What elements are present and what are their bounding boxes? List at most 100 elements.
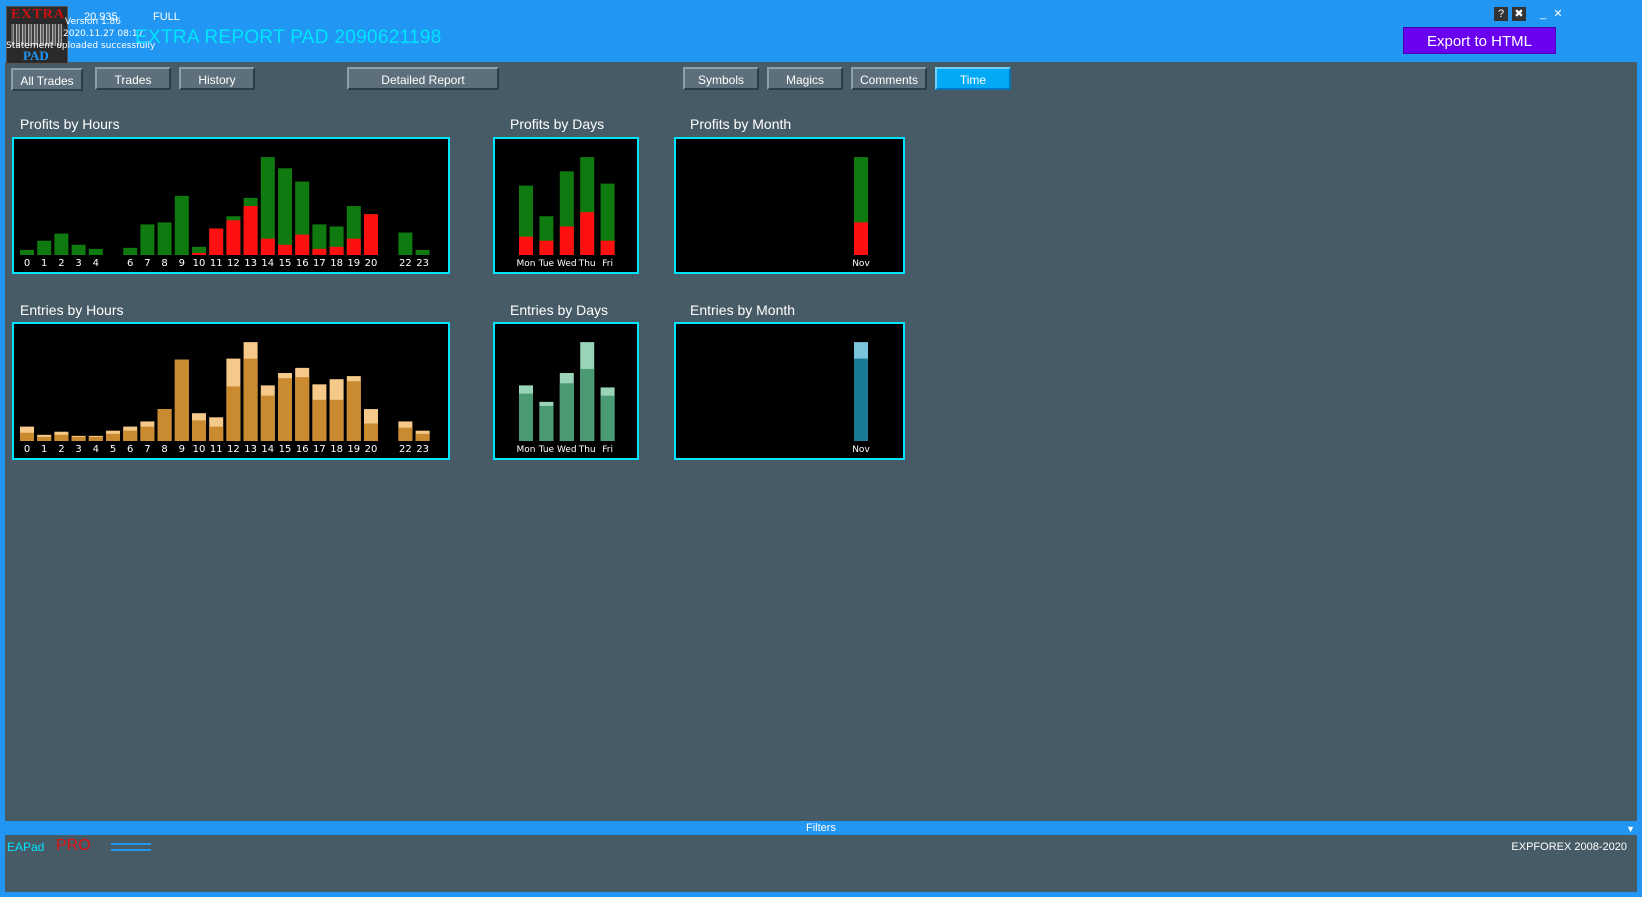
entries_hours-tick-22: 22: [399, 444, 412, 455]
minimize-icon[interactable]: _: [1536, 7, 1550, 21]
entries-by-month-chart: Nov: [674, 322, 905, 460]
profits_days-svg: Mon Tue Wed Thu Fri: [517, 157, 615, 269]
entries_hours-bar-overlay-0: [20, 432, 34, 441]
footer-copyright: EXPFOREX 2008-2020: [1511, 841, 1627, 853]
entries_hours-bar-overlay-14: [260, 395, 275, 441]
tab-history[interactable]: History: [179, 67, 255, 90]
entries_hours-bar-overlay-7: [140, 426, 155, 441]
tab-magics[interactable]: Magics: [767, 67, 843, 90]
entries_days-bar-overlay-0: [519, 393, 533, 441]
top-mode: FULL: [153, 11, 180, 23]
app-title: EXTRA REPORT PAD 2090621198: [135, 27, 442, 48]
profits_hours-tick-22: 22: [399, 258, 412, 269]
profits_days-tick-4: Fri: [602, 259, 613, 269]
filters-bar[interactable]: Filters ▼: [5, 821, 1637, 835]
entries_days-tick-1: Tue: [538, 445, 555, 455]
entries_hours-bar-overlay-8: [157, 409, 172, 441]
profits-by-hours-chart: 0 1 2 3 4 6 7 8 9 10 11 12 13 14 15 16 17 18 19 20 22 23: [12, 137, 450, 274]
entries_hours-bar-overlay-5: [106, 433, 120, 441]
profits_hours-bar-main-4: [88, 248, 103, 255]
close-icon[interactable]: ✕: [1551, 7, 1565, 21]
entries_hours-tick-1: 1: [41, 444, 47, 455]
entries_hours-bar-overlay-19: [346, 381, 361, 441]
profits_days-bar-overlay-4: [600, 240, 615, 255]
profits_hours-tick-10: 10: [193, 258, 206, 269]
entries_hours-svg: 0 1 2 3 4 5 6 7 8 9 10 11 12 13 14 15 16 17 18 19 20 22 23: [20, 342, 430, 455]
entries_hours-bar-overlay-10: [192, 420, 206, 441]
profits_hours-bar-overlay-18: [329, 246, 344, 255]
footer: EAPad PRO EXPFOREX 2008-2020: [5, 835, 1637, 892]
profits_days-tick-2: Wed: [557, 259, 577, 269]
tab-trades[interactable]: Trades: [95, 67, 171, 90]
settings-icon[interactable]: ✖: [1512, 7, 1526, 21]
profits_hours-tick-20: 20: [365, 258, 378, 269]
entries_days-tick-0: Mon: [517, 445, 536, 455]
entries_hours-tick-8: 8: [161, 444, 167, 455]
profits_days-tick-0: Mon: [517, 259, 536, 269]
profits_hours-tick-16: 16: [296, 258, 309, 269]
entries_hours-bar-overlay-15: [278, 378, 292, 441]
profits_hours-bar-main-7: [140, 224, 155, 255]
entries_hours-tick-9: 9: [179, 444, 185, 455]
entries_hours-tick-3: 3: [75, 444, 81, 455]
tab-all-trades[interactable]: All Trades: [11, 68, 83, 91]
entries_hours-bar-overlay-3: [71, 436, 86, 441]
entries_hours-bar-overlay-22: [398, 427, 413, 441]
entries_hours-bar-overlay-9: [174, 359, 189, 441]
profits_hours-bar-main-22: [398, 232, 413, 255]
profits_hours-bar-overlay-19: [346, 238, 361, 255]
profits_hours-bar-main-15: [278, 168, 292, 255]
entries_hours-tick-13: 13: [244, 444, 257, 455]
profits_days-bar-overlay-3: [580, 212, 595, 255]
entries_hours-tick-6: 6: [127, 444, 133, 455]
export-html-button[interactable]: Export to HTML: [1403, 27, 1556, 54]
profits_hours-tick-2: 2: [58, 258, 64, 269]
profits-by-days-chart: Mon Tue Wed Thu Fri: [493, 137, 639, 274]
entries_hours-tick-2: 2: [58, 444, 64, 455]
profits_hours-tick-18: 18: [330, 258, 343, 269]
profits_hours-tick-7: 7: [144, 258, 150, 269]
profits_days-bar-overlay-0: [519, 236, 533, 255]
entries_days-bar-overlay-2: [559, 383, 574, 441]
entries_days-bar-overlay-1: [539, 405, 554, 441]
profits_hours-tick-6: 6: [127, 258, 133, 269]
profits-by-month-chart: Nov: [674, 137, 905, 274]
tab-time[interactable]: Time: [935, 67, 1011, 90]
profits_hours-tick-13: 13: [244, 258, 257, 269]
footer-ea-text: EAPad: [7, 840, 45, 854]
profits_hours-tick-1: 1: [41, 258, 47, 269]
entries_hours-tick-19: 19: [347, 444, 360, 455]
entries_hours-bar-overlay-4: [88, 436, 103, 441]
app-logo: EXTRA PAD: [6, 6, 68, 64]
entries_hours-tick-0: 0: [24, 444, 30, 455]
profits_hours-bar-main-6: [123, 247, 138, 255]
profits_hours-svg: 0 1 2 3 4 6 7 8 9 10 11 12 13 14 15 16 17 18 19 20 22 23: [20, 157, 430, 269]
entries_hours-bar-overlay-16: [295, 377, 310, 441]
tab-detailed-report[interactable]: Detailed Report: [347, 67, 499, 90]
tab-symbols[interactable]: Symbols: [683, 67, 759, 90]
profits_hours-bar-main-0: [20, 249, 34, 255]
profits_days-tick-1: Tue: [538, 259, 555, 269]
entries_days-svg: Mon Tue Wed Thu Fri: [517, 342, 615, 455]
entries-by-hours-chart: 0 1 2 3 4 5 6 7 8 9 10 11 12 13 14 15 16 17 18 19 20 22 23: [12, 322, 450, 460]
entries_hours-tick-23: 23: [416, 444, 429, 455]
profits_hours-bar-overlay-16: [295, 234, 310, 255]
profits_hours-tick-11: 11: [210, 258, 223, 269]
profits_hours-tick-17: 17: [313, 258, 326, 269]
chart-title-entries-days: Entries by Days: [510, 302, 609, 318]
tab-comments[interactable]: Comments: [851, 67, 927, 90]
profits_hours-bar-overlay-10: [192, 252, 206, 255]
entries_hours-bar-overlay-17: [312, 399, 327, 441]
entries_month-svg: Nov: [852, 342, 870, 455]
profits_month-svg: Nov: [852, 157, 870, 269]
entries_hours-tick-18: 18: [330, 444, 343, 455]
entries_month-tick-0: Nov: [852, 445, 870, 455]
profits_hours-tick-8: 8: [161, 258, 167, 269]
chevron-down-icon[interactable]: ▼: [1626, 822, 1635, 836]
entries_hours-bar-overlay-18: [329, 399, 344, 441]
entries_hours-tick-15: 15: [279, 444, 292, 455]
help-icon[interactable]: ?: [1494, 7, 1508, 21]
profits_days-tick-3: Thu: [578, 259, 596, 269]
chart-title-entries-hours: Entries by Hours: [20, 302, 124, 318]
entries_hours-bar-overlay-2: [54, 434, 69, 441]
